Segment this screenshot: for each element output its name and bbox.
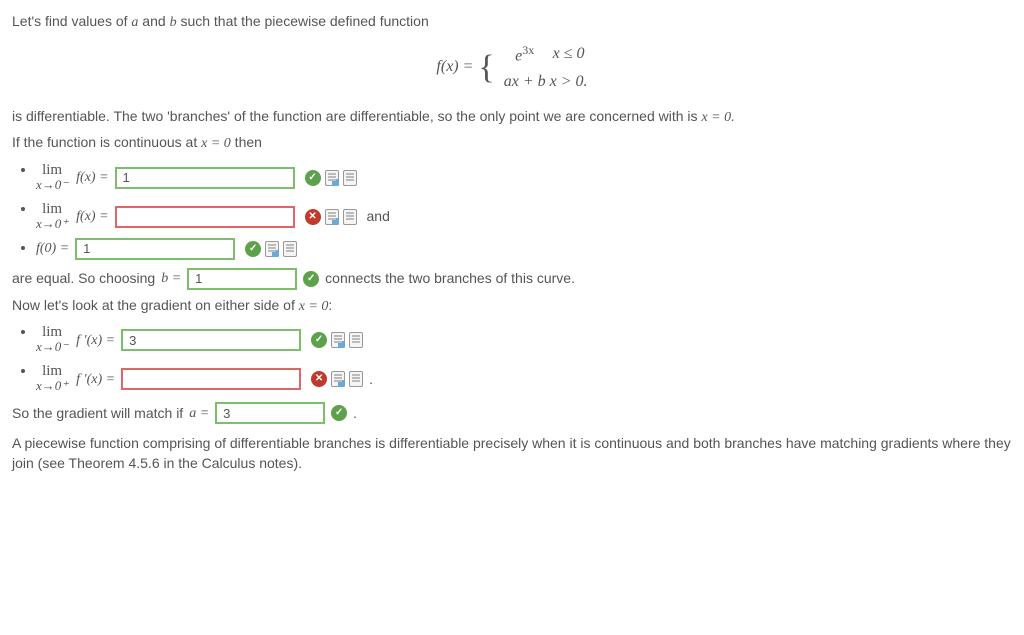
intro-paragraph: Let's find values of a and b such that t… bbox=[12, 12, 1012, 33]
help-icon[interactable] bbox=[349, 332, 363, 348]
preview-icon[interactable] bbox=[325, 170, 339, 186]
piecewise-function: f(x) = { e3x x ≤ 0 ax + b x > 0. bbox=[12, 39, 1012, 97]
cross-icon: ✕ bbox=[305, 209, 321, 225]
gradient-limits-list: lim x→0⁻ f ′(x) = ✓ lim x→0⁺ f ′(x) = ✕ bbox=[36, 322, 1012, 394]
cross-icon: ✕ bbox=[311, 371, 327, 387]
check-icon: ✓ bbox=[303, 271, 319, 287]
preview-icon[interactable] bbox=[265, 241, 279, 257]
differentiable-paragraph: is differentiable. The two 'branches' of… bbox=[12, 107, 1012, 128]
help-icon[interactable] bbox=[283, 241, 297, 257]
var-b: b bbox=[170, 15, 177, 30]
help-icon[interactable] bbox=[349, 371, 363, 387]
preview-icon[interactable] bbox=[325, 209, 339, 225]
limit-expression: lim x→0⁺ bbox=[36, 364, 68, 394]
f-zero-input[interactable] bbox=[75, 238, 235, 260]
preview-icon[interactable] bbox=[331, 332, 345, 348]
continuity-limits-list: lim x→0⁻ f(x) = ✓ lim x→0⁺ f(x) = ✕ bbox=[36, 160, 1012, 260]
gradient-paragraph: Now let's look at the gradient on either… bbox=[12, 296, 1012, 317]
a-value-input[interactable] bbox=[215, 402, 325, 424]
left-brace-icon: { bbox=[476, 41, 500, 95]
help-icon[interactable] bbox=[343, 170, 357, 186]
check-icon: ✓ bbox=[245, 241, 261, 257]
choose-b-line: are equal. So choosing b = ✓ connects th… bbox=[12, 268, 1012, 290]
limit-expression: lim x→0⁻ bbox=[36, 163, 68, 193]
continuity-paragraph: If the function is continuous at x = 0 t… bbox=[12, 133, 1012, 154]
limit-right-input[interactable] bbox=[115, 206, 295, 228]
choose-a-line: So the gradient will match if a = ✓ . bbox=[12, 402, 1012, 424]
intro-text: Let's find values of bbox=[12, 13, 131, 29]
limit-left-input[interactable] bbox=[115, 167, 295, 189]
check-icon: ✓ bbox=[331, 405, 347, 421]
limit-expression: lim x→0⁻ bbox=[36, 325, 68, 355]
footer-paragraph: A piecewise function comprising of diffe… bbox=[12, 434, 1012, 473]
check-icon: ✓ bbox=[305, 170, 321, 186]
check-icon: ✓ bbox=[311, 332, 327, 348]
preview-icon[interactable] bbox=[331, 371, 345, 387]
limit-expression: lim x→0⁺ bbox=[36, 202, 68, 232]
deriv-right-input[interactable] bbox=[121, 368, 301, 390]
help-icon[interactable] bbox=[343, 209, 357, 225]
b-value-input[interactable] bbox=[187, 268, 297, 290]
deriv-left-input[interactable] bbox=[121, 329, 301, 351]
